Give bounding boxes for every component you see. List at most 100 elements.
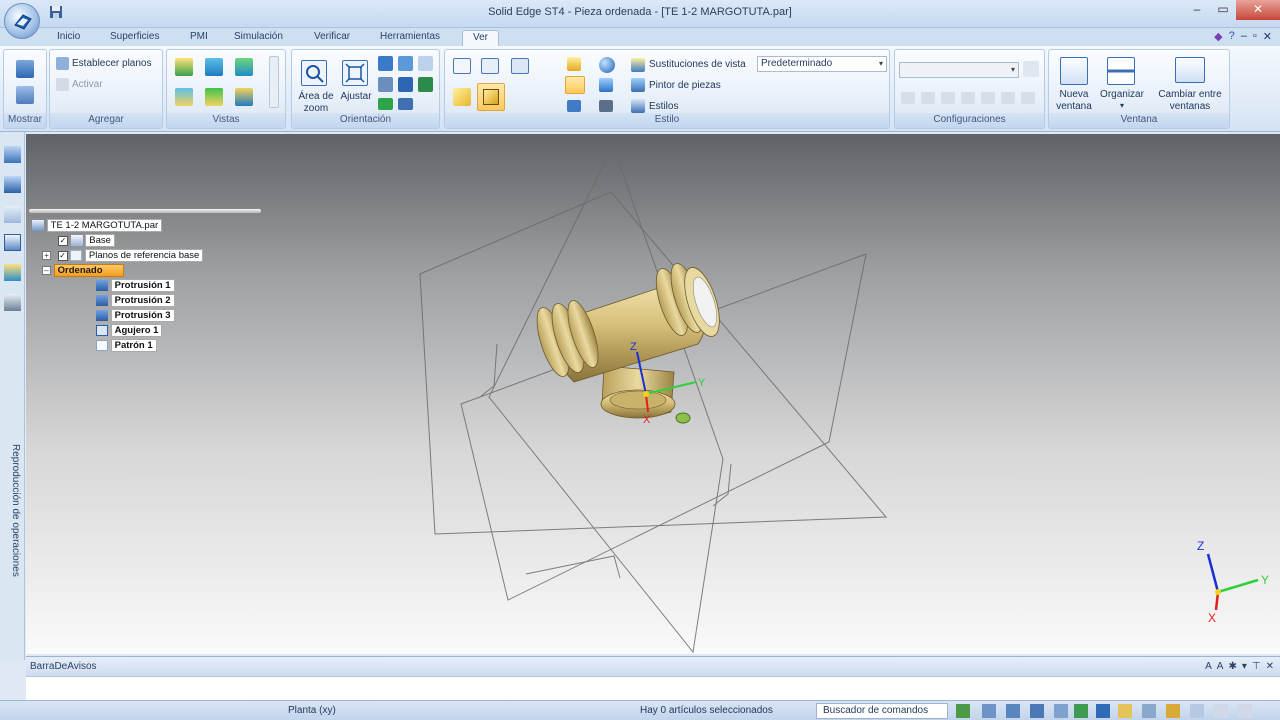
rotate-icon[interactable] bbox=[378, 77, 393, 92]
area-zoom-label-1[interactable]: Área de bbox=[295, 91, 337, 103]
view-left-icon[interactable] bbox=[175, 88, 193, 106]
view-right-icon[interactable] bbox=[235, 58, 253, 76]
options-icon[interactable]: ✱ bbox=[1228, 657, 1236, 677]
switch-windows-icon[interactable] bbox=[1175, 57, 1205, 83]
fly-icon[interactable] bbox=[418, 77, 433, 92]
configuration-dropdown[interactable]: ▾ bbox=[899, 62, 1019, 78]
font-increase-icon[interactable]: A bbox=[1205, 657, 1212, 677]
config-tool-5-icon[interactable] bbox=[981, 92, 995, 104]
style-status-icon[interactable] bbox=[1214, 704, 1228, 718]
command-finder-input[interactable]: Buscador de comandos bbox=[816, 703, 948, 719]
pan-icon[interactable] bbox=[398, 56, 413, 71]
application-button[interactable] bbox=[4, 3, 40, 39]
close-button[interactable]: ✕ bbox=[1236, 0, 1280, 20]
style-shading-icon[interactable] bbox=[567, 57, 581, 71]
tab-superficies[interactable]: Superficies bbox=[110, 30, 159, 46]
config-tool-2-icon[interactable] bbox=[921, 92, 935, 104]
tab-pmi[interactable]: PMI bbox=[190, 30, 208, 46]
spin-about-icon[interactable] bbox=[398, 77, 413, 92]
sketch-view-status-icon[interactable] bbox=[1118, 704, 1132, 718]
tree-item-root[interactable]: TE 1-2 MARGOTUTA.par bbox=[32, 219, 163, 233]
establecer-planos-button[interactable]: Establecer planos bbox=[72, 58, 152, 69]
doc-minimize-icon[interactable]: – bbox=[1241, 30, 1247, 43]
ordenado-collapse-icon[interactable]: – bbox=[42, 265, 51, 275]
views-scroll-icon[interactable] bbox=[269, 56, 279, 108]
graphics-window[interactable]: Z Y X Z Y X TE 1-2 MARGOTUTA.par ✓ Base bbox=[26, 134, 1280, 654]
tree-item-protrusion-2[interactable]: Protrusión 2 bbox=[96, 294, 175, 308]
fit-status-icon[interactable] bbox=[1030, 704, 1044, 718]
maximize-button[interactable]: ▭ bbox=[1210, 0, 1236, 20]
tree-item-pattern-1[interactable]: Patrón 1 bbox=[96, 339, 157, 353]
sensors-icon[interactable] bbox=[4, 264, 21, 281]
zoom-area-status-icon[interactable] bbox=[982, 704, 996, 718]
pipe-tee-part[interactable] bbox=[530, 260, 726, 419]
tab-simulacion[interactable]: Simulación bbox=[234, 30, 283, 46]
view-light-icon[interactable] bbox=[599, 78, 613, 92]
tree-item-ordenado[interactable]: – Ordenado bbox=[42, 264, 124, 277]
style-active-icon[interactable] bbox=[565, 76, 585, 94]
visible-edges-cube-icon[interactable] bbox=[481, 58, 499, 74]
tree-item-protrusion-1[interactable]: Protrusión 1 bbox=[96, 279, 175, 293]
pathfinder-icon[interactable] bbox=[4, 146, 21, 163]
reference-plane-1[interactable] bbox=[419, 191, 888, 535]
shading-status-icon[interactable] bbox=[1166, 704, 1180, 718]
font-decrease-icon[interactable]: A bbox=[1217, 657, 1224, 677]
globe-icon[interactable] bbox=[599, 57, 615, 73]
feature-playback-icon[interactable] bbox=[4, 294, 21, 311]
help-icon[interactable]: ◆ bbox=[1214, 30, 1222, 43]
background-icon[interactable] bbox=[599, 100, 613, 112]
close-panel-icon[interactable]: ✕ bbox=[1266, 657, 1274, 677]
named-views-icon[interactable] bbox=[398, 98, 413, 110]
previous-view-icon[interactable] bbox=[418, 56, 433, 71]
cambiar-ventanas-label-1[interactable]: Cambiar entre bbox=[1153, 89, 1227, 101]
shaded-edges-cube-icon[interactable] bbox=[477, 83, 505, 111]
nueva-ventana-label-1[interactable]: Nueva bbox=[1049, 89, 1099, 101]
minimize-button[interactable]: – bbox=[1184, 0, 1210, 20]
config-tool-3-icon[interactable] bbox=[941, 92, 955, 104]
tab-ver[interactable]: Ver bbox=[462, 30, 500, 46]
config-tool-1-icon[interactable] bbox=[901, 92, 915, 104]
tree-item-hole-1[interactable]: Agujero 1 bbox=[96, 324, 163, 338]
view-override-dropdown[interactable]: Predeterminado ▾ bbox=[757, 56, 887, 72]
view-back-icon[interactable] bbox=[235, 88, 253, 106]
views-status-icon[interactable] bbox=[1190, 704, 1204, 718]
pin-icon[interactable]: ▾ bbox=[1242, 657, 1247, 677]
pathfinder-resize-handle[interactable] bbox=[28, 208, 262, 214]
shaded-cube-icon[interactable] bbox=[453, 88, 471, 106]
doc-close-icon[interactable]: ✕ bbox=[1263, 30, 1272, 43]
view-top-icon[interactable] bbox=[175, 58, 193, 76]
tab-herramientas[interactable]: Herramientas bbox=[380, 30, 440, 46]
view-bottom-icon[interactable] bbox=[205, 88, 223, 106]
refresh-view-icon[interactable] bbox=[956, 704, 970, 718]
arrange-icon[interactable] bbox=[1107, 57, 1135, 85]
hidden-edges-cube-icon[interactable] bbox=[511, 58, 529, 74]
estilos-button[interactable]: Estilos bbox=[649, 101, 678, 112]
base-checkbox[interactable]: ✓ bbox=[58, 235, 68, 246]
tree-item-base[interactable]: ✓ Base bbox=[58, 234, 115, 248]
sustituciones-vista-button[interactable]: Sustituciones de vista bbox=[649, 59, 746, 70]
fit-icon[interactable] bbox=[342, 60, 368, 86]
more-status-icon[interactable] bbox=[1238, 704, 1252, 718]
feature-library-icon[interactable] bbox=[4, 176, 21, 193]
doc-restore-icon[interactable]: ▫ bbox=[1253, 30, 1257, 43]
config-tool-6-icon[interactable] bbox=[1001, 92, 1015, 104]
new-window-icon[interactable] bbox=[1060, 57, 1088, 85]
tree-item-planos[interactable]: + ✓ Planos de referencia base bbox=[42, 249, 204, 263]
save-configuration-icon[interactable] bbox=[1023, 61, 1039, 77]
common-views-icon[interactable] bbox=[378, 98, 393, 110]
help-question-icon[interactable]: ? bbox=[1229, 30, 1235, 43]
feature-playback-label[interactable]: Reproducción de operaciones bbox=[3, 444, 21, 604]
auto-hide-icon[interactable]: ⊤ bbox=[1252, 657, 1261, 677]
planos-checkbox[interactable]: ✓ bbox=[57, 250, 68, 261]
config-tool-4-icon[interactable] bbox=[961, 92, 975, 104]
show-icon[interactable] bbox=[16, 60, 34, 78]
layers-icon[interactable] bbox=[4, 206, 21, 223]
activar-button[interactable]: Activar bbox=[72, 79, 103, 90]
config-tool-7-icon[interactable] bbox=[1021, 92, 1035, 104]
wireframe-cube-icon[interactable] bbox=[453, 58, 471, 74]
tree-item-protrusion-3[interactable]: Protrusión 3 bbox=[96, 309, 175, 323]
style-floor-icon[interactable] bbox=[567, 100, 581, 112]
tab-verificar[interactable]: Verificar bbox=[314, 30, 350, 46]
pintor-piezas-button[interactable]: Pintor de piezas bbox=[649, 80, 721, 91]
spin-status-icon[interactable] bbox=[1096, 704, 1110, 718]
